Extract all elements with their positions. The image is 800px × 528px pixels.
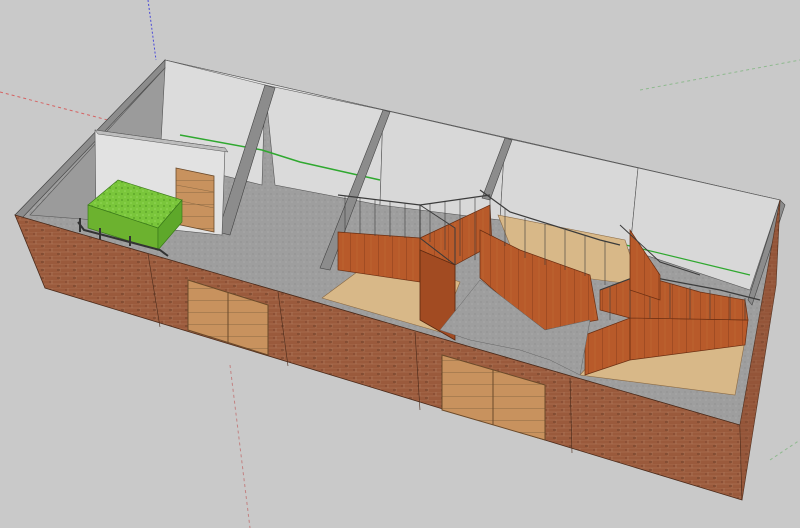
back-wall-room3 bbox=[379, 109, 506, 221]
green-axis bbox=[639, 59, 800, 91]
red-axis-ext bbox=[229, 364, 251, 528]
blue-axis bbox=[147, 0, 157, 61]
green-axis-ext bbox=[769, 439, 800, 461]
model-canvas[interactable] bbox=[0, 0, 800, 528]
stable-building[interactable] bbox=[14, 59, 786, 501]
sketchup-3d-viewport[interactable] bbox=[0, 0, 800, 528]
